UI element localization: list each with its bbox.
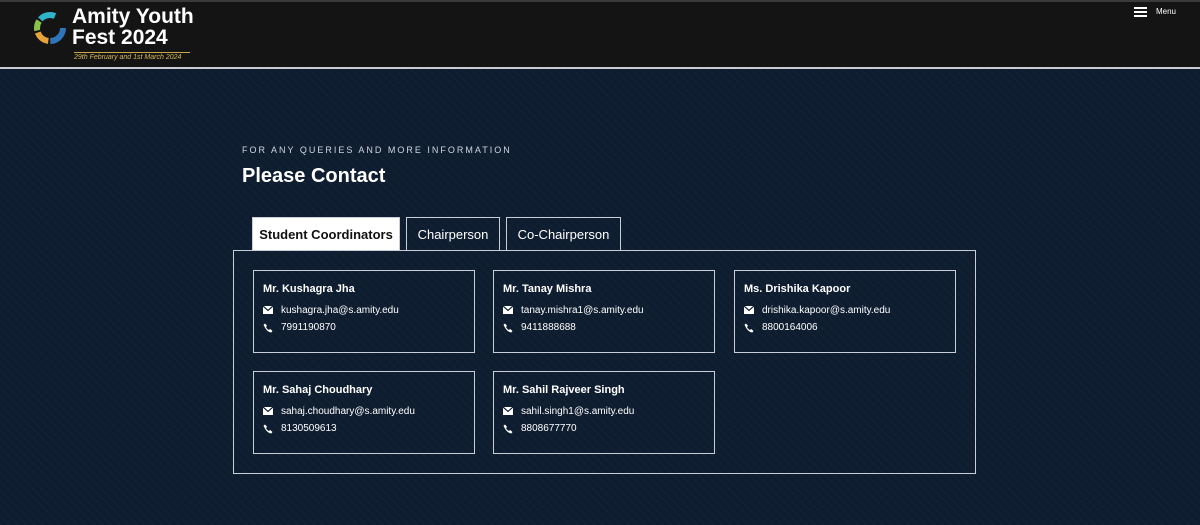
envelope-icon <box>503 305 513 316</box>
contact-phone[interactable]: 8130509613 <box>281 423 337 434</box>
phone-icon <box>503 323 513 333</box>
contact-phone-row[interactable]: 8130509613 <box>263 423 337 434</box>
contact-email-row[interactable]: sahil.singh1@s.amity.edu <box>503 406 634 417</box>
contact-phone-row[interactable]: 8808677770 <box>503 423 577 434</box>
envelope-icon <box>263 406 273 417</box>
envelope-icon <box>503 406 513 417</box>
phone-icon <box>263 323 273 333</box>
tab-panel: Mr. Kushagra Jha kushagra.jha@s.amity.ed… <box>233 250 976 474</box>
contact-name: Mr. Kushagra Jha <box>263 283 355 295</box>
contact-name: Mr. Sahaj Choudhary <box>263 384 373 396</box>
contact-name: Mr. Sahil Rajveer Singh <box>503 384 625 396</box>
phone-icon <box>263 424 273 434</box>
site-logo[interactable]: Amity Youth Fest 2024 29th February and … <box>30 6 210 64</box>
page: Amity Youth Fest 2024 29th February and … <box>0 0 1200 525</box>
section-heading: Please Contact <box>242 165 386 187</box>
tab-co-chairperson[interactable]: Co-Chairperson <box>506 217 621 250</box>
logo-date: 29th February and 1st March 2024 <box>74 54 182 61</box>
hamburger-menu-icon[interactable] <box>1133 7 1147 17</box>
phone-icon <box>503 424 513 434</box>
envelope-icon <box>744 305 754 316</box>
tab-chairperson[interactable]: Chairperson <box>406 217 500 250</box>
logo-title: Amity Youth Fest 2024 <box>72 6 194 48</box>
menu-button[interactable]: Menu <box>1133 7 1176 17</box>
contact-email-row[interactable]: tanay.mishra1@s.amity.edu <box>503 305 644 316</box>
menu-label[interactable]: Menu <box>1156 7 1176 16</box>
contact-email[interactable]: drishika.kapoor@s.amity.edu <box>762 305 890 316</box>
logo-title-line2: Fest 2024 <box>72 26 168 49</box>
contact-email[interactable]: sahil.singh1@s.amity.edu <box>521 406 634 417</box>
contact-phone-row[interactable]: 7991190870 <box>263 322 336 333</box>
tab-student-coordinators[interactable]: Student Coordinators <box>252 217 400 250</box>
contact-email-row[interactable]: kushagra.jha@s.amity.edu <box>263 305 399 316</box>
contact-email[interactable]: sahaj.choudhary@s.amity.edu <box>281 406 415 417</box>
contact-email[interactable]: kushagra.jha@s.amity.edu <box>281 305 399 316</box>
contact-phone-row[interactable]: 9411888688 <box>503 322 576 333</box>
contact-card: Mr. Tanay Mishra tanay.mishra1@s.amity.e… <box>493 270 715 353</box>
contact-phone[interactable]: 8808677770 <box>521 423 577 434</box>
contact-card: Mr. Sahil Rajveer Singh sahil.singh1@s.a… <box>493 371 715 454</box>
logo-ring-icon <box>34 12 66 44</box>
contact-email-row[interactable]: sahaj.choudhary@s.amity.edu <box>263 406 415 417</box>
logo-underline <box>74 52 190 53</box>
contact-card: Ms. Drishika Kapoor drishika.kapoor@s.am… <box>734 270 956 353</box>
section-eyebrow: FOR ANY QUERIES AND MORE INFORMATION <box>242 145 512 155</box>
site-header: Amity Youth Fest 2024 29th February and … <box>0 0 1200 67</box>
contact-name: Mr. Tanay Mishra <box>503 283 592 295</box>
contact-phone-row[interactable]: 8800164006 <box>744 322 818 333</box>
contact-email[interactable]: tanay.mishra1@s.amity.edu <box>521 305 644 316</box>
contact-name: Ms. Drishika Kapoor <box>744 283 851 295</box>
header-divider <box>0 67 1200 69</box>
phone-icon <box>744 323 754 333</box>
contact-email-row[interactable]: drishika.kapoor@s.amity.edu <box>744 305 890 316</box>
contact-card: Mr. Sahaj Choudhary sahaj.choudhary@s.am… <box>253 371 475 454</box>
contact-phone[interactable]: 8800164006 <box>762 322 818 333</box>
contact-card: Mr. Kushagra Jha kushagra.jha@s.amity.ed… <box>253 270 475 353</box>
envelope-icon <box>263 305 273 316</box>
logo-title-line1: Amity Youth <box>72 5 194 28</box>
contact-phone[interactable]: 9411888688 <box>521 322 576 333</box>
contact-phone[interactable]: 7991190870 <box>281 322 336 333</box>
